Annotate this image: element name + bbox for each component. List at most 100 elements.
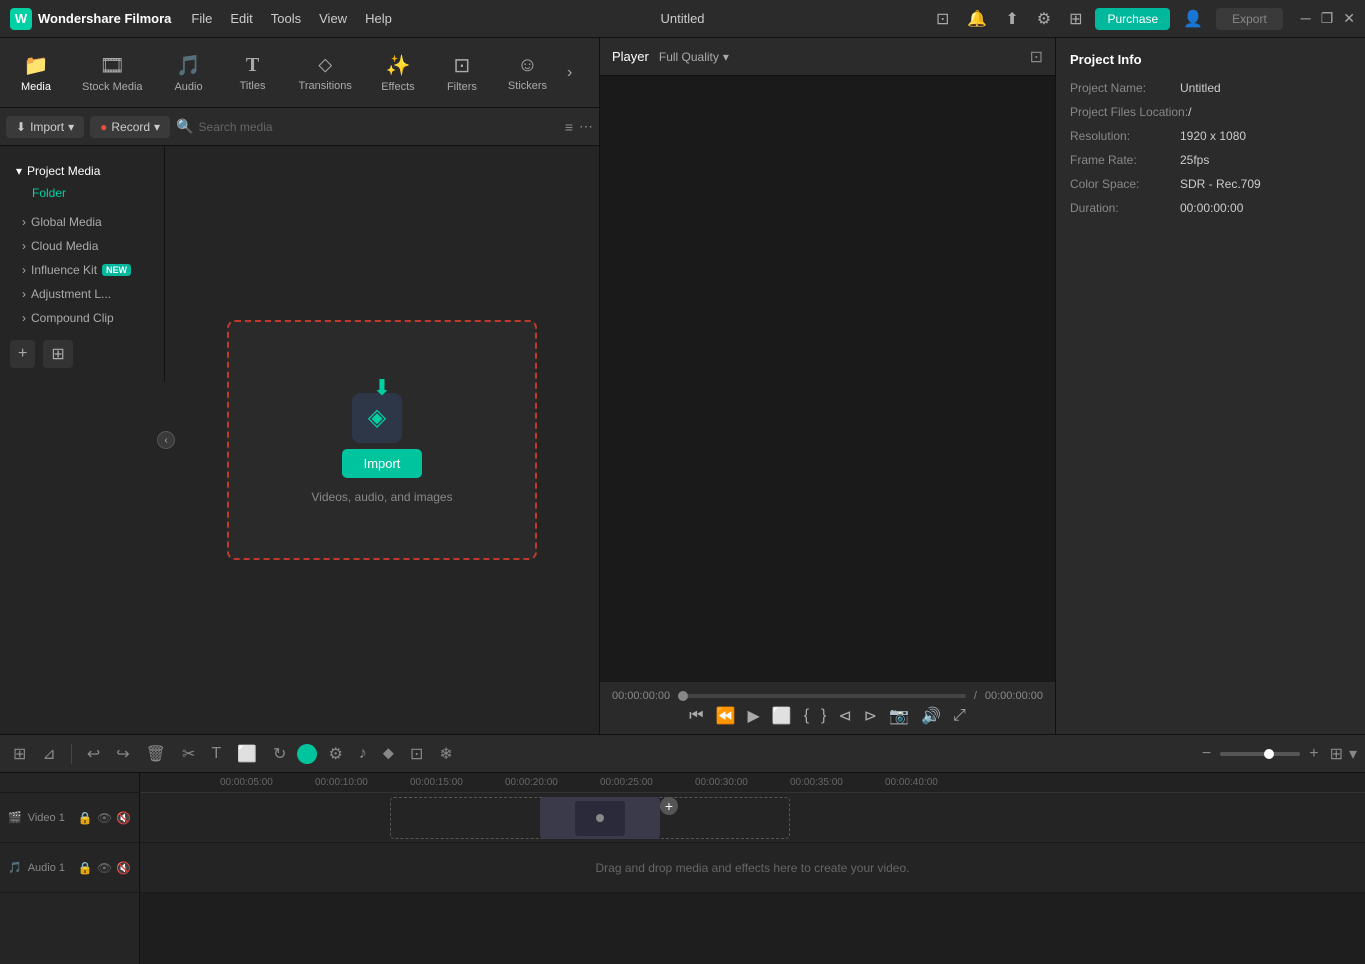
record-button[interactable]: ● Record ▾ <box>90 116 170 138</box>
freeze-button[interactable]: ❄ <box>434 742 457 766</box>
grid-icon[interactable]: ⊞ <box>1064 7 1087 31</box>
volume-icon[interactable]: 🔊 <box>921 706 941 726</box>
tab-audio[interactable]: 🎵 Audio <box>157 47 221 99</box>
next-frame-icon[interactable]: ⊳ <box>864 706 877 726</box>
prev-frame-icon[interactable]: ⊲ <box>838 706 851 726</box>
out-point-icon[interactable]: } <box>821 707 826 725</box>
track-eye-icon[interactable]: 👁 <box>97 811 112 825</box>
speed-button[interactable]: ⚙ <box>323 742 347 766</box>
sidebar-item-global-media[interactable]: › Global Media <box>0 210 164 234</box>
quality-selector[interactable]: Full Quality ▾ <box>659 50 729 64</box>
split-button[interactable]: ⬥ <box>378 743 399 765</box>
chevron-right-icon-2: › <box>22 239 26 253</box>
track-lock-icon[interactable]: 🔒 <box>78 811 93 825</box>
audio-track-lock[interactable]: 🔒 <box>78 861 93 875</box>
record-indicator[interactable] <box>297 744 317 764</box>
tab-stock-media[interactable]: 🎞 Stock Media <box>68 47 157 99</box>
rewind-icon[interactable]: ⏮ <box>689 707 703 725</box>
project-info-title: Project Info <box>1070 52 1351 67</box>
menu-view[interactable]: View <box>319 11 347 26</box>
import-button[interactable]: ⬇ Import ▾ <box>6 116 84 138</box>
zoom-out-icon[interactable]: − <box>1197 743 1216 765</box>
tab-transitions[interactable]: ⬦ Transitions <box>285 48 366 98</box>
record-label: Record <box>111 120 150 134</box>
menu-help[interactable]: Help <box>365 11 392 26</box>
audio-tab-icon: 🎵 <box>176 53 201 78</box>
info-label-duration: Duration: <box>1070 201 1180 215</box>
tab-filters[interactable]: ⊡ Filters <box>430 47 494 99</box>
sidebar-item-project-media[interactable]: ▾ Project Media <box>10 160 154 182</box>
progress-bar-container: 00:00:00:00 / 00:00:00:00 <box>612 690 1043 702</box>
ruler-mark-1: 00:00:05:00 <box>220 777 273 788</box>
export-button[interactable]: Export <box>1216 8 1283 30</box>
cut-button[interactable]: ✂ <box>177 742 200 766</box>
sidebar-actions: + ⊞ <box>0 334 164 374</box>
undo-button[interactable]: ↩ <box>82 742 105 766</box>
step-back-icon[interactable]: ⏪ <box>716 706 736 726</box>
add-clip-button[interactable]: + <box>660 797 678 815</box>
add-item-button[interactable]: ⊞ <box>43 340 72 368</box>
community-icon[interactable]: 🔔 <box>962 7 992 31</box>
timeline-edit-tool[interactable]: ⊿ <box>37 742 60 766</box>
win-minimize[interactable]: ─ <box>1301 10 1311 27</box>
play-icon[interactable]: ▶ <box>747 706 759 726</box>
sidebar-item-compound-clip[interactable]: › Compound Clip <box>0 306 164 330</box>
in-point-icon[interactable]: { <box>804 707 809 725</box>
window-controls: ─ ❐ ✕ <box>1301 10 1355 27</box>
more-timeline-icon[interactable]: ▾ <box>1349 744 1357 764</box>
sidebar-folder[interactable]: Folder <box>10 182 154 204</box>
settings-icon[interactable]: ⚙ <box>1032 7 1056 31</box>
snapshot-icon[interactable]: 📷 <box>889 706 909 726</box>
quality-dropdown-arrow: ▾ <box>723 50 729 64</box>
info-label-colorspace: Color Space: <box>1070 177 1180 191</box>
audio-track-eye[interactable]: 👁 <box>97 861 112 875</box>
ruler: 00:00:05:00 00:00:10:00 00:00:15:00 00:0… <box>140 773 1365 793</box>
import-media-button[interactable]: Import <box>342 449 423 478</box>
sidebar-item-adjustment[interactable]: › Adjustment L... <box>0 282 164 306</box>
zoom-in-icon[interactable]: + <box>1304 743 1323 765</box>
win-restore[interactable]: ❐ <box>1321 10 1334 27</box>
stop-icon[interactable]: ⬜ <box>772 706 792 726</box>
more-options-icon[interactable]: ⋯ <box>579 118 593 135</box>
progress-bar[interactable] <box>678 694 966 698</box>
tab-effects[interactable]: ✨ Effects <box>366 47 430 99</box>
search-input[interactable] <box>199 120 559 134</box>
zoom-slider[interactable] <box>1220 752 1300 756</box>
menu-file[interactable]: File <box>191 11 212 26</box>
ruler-spacer <box>0 773 139 793</box>
user-icon[interactable]: 👤 <box>1178 7 1208 31</box>
tabs-more-arrow[interactable]: › <box>561 64 578 82</box>
crop-button[interactable]: ⬜ <box>232 742 262 766</box>
menu-tools[interactable]: Tools <box>271 11 301 26</box>
fullscreen-icon[interactable]: ⊡ <box>1030 47 1043 67</box>
text-tool[interactable]: T <box>206 743 226 765</box>
upload-icon[interactable]: ⬆ <box>1000 7 1023 31</box>
clip-thumbnail <box>575 801 625 836</box>
fullscreen-btn-icon[interactable]: ⤢ <box>953 707 966 725</box>
sidebar-item-influence-kit[interactable]: › Influence Kit NEW <box>0 258 164 282</box>
add-folder-button[interactable]: + <box>10 340 35 368</box>
tab-titles[interactable]: T Titles <box>221 48 285 98</box>
timeline-select-tool[interactable]: ⊞ <box>8 742 31 766</box>
rotate-button[interactable]: ↻ <box>268 742 291 766</box>
redo-button[interactable]: ↪ <box>111 742 134 766</box>
grid-layout-icon[interactable]: ⊞ <box>1330 744 1343 764</box>
collapse-sidebar-button[interactable]: ‹ <box>157 431 175 449</box>
clip-button[interactable]: ⊡ <box>405 742 428 766</box>
filter-icon[interactable]: ≡ <box>565 119 573 135</box>
sidebar-item-cloud-media[interactable]: › Cloud Media <box>0 234 164 258</box>
minimize-icon[interactable]: ⊡ <box>931 7 954 31</box>
import-drop-zone[interactable]: ⬇ ◈ Import Videos, audio, and images <box>227 320 537 560</box>
menu-edit[interactable]: Edit <box>230 11 252 26</box>
purchase-button[interactable]: Purchase <box>1095 8 1170 30</box>
track-mute-icon[interactable]: 🔇 <box>116 811 131 825</box>
tab-media[interactable]: 📁 Media <box>4 47 68 99</box>
tab-stickers[interactable]: ☺ Stickers <box>494 48 561 98</box>
win-close[interactable]: ✕ <box>1343 10 1355 27</box>
info-row-name: Project Name: Untitled <box>1070 81 1351 95</box>
delete-button[interactable]: 🗑 <box>141 742 171 766</box>
project-info-panel: Project Info Project Name: Untitled Proj… <box>1055 38 1365 734</box>
audio-track-mute[interactable]: 🔇 <box>116 861 131 875</box>
audio-button[interactable]: ♪ <box>354 743 372 765</box>
media-clip[interactable]: + <box>540 797 660 839</box>
